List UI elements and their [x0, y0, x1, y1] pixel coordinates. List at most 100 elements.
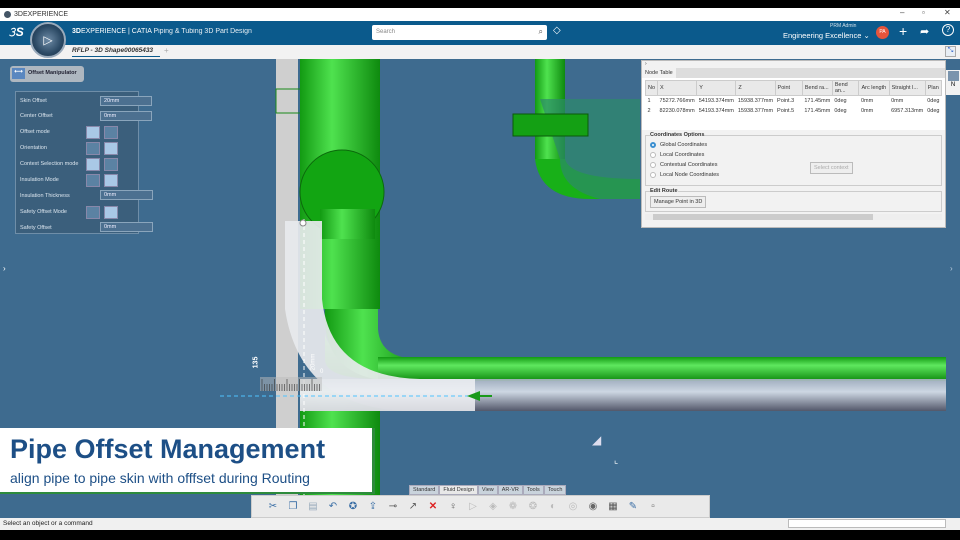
part-a-icon[interactable]: ◈	[486, 500, 500, 514]
safety-offset-field[interactable]: 0mm	[100, 222, 153, 232]
cell: Point.5	[777, 107, 795, 114]
paste-icon[interactable]: ▤	[306, 500, 320, 514]
center-offset-field[interactable]: 0mm	[100, 111, 152, 121]
offset-mode-center-icon[interactable]	[104, 126, 118, 139]
expand-left-icon[interactable]: ›	[3, 264, 6, 273]
tab-node-table[interactable]: Node Table	[642, 68, 676, 78]
radio-contextual-coordinates[interactable]: Contextual Coordinates	[650, 160, 937, 170]
insulation-on-icon[interactable]	[86, 174, 100, 187]
banner-title: Pipe Offset Management	[10, 434, 326, 464]
action-bar: ✂ ❐ ▤ ↶ ✪ ⇪ ⊸ ↗ ✕ ♀ ▷ ◈ ❁ ❂ ◐ ◎ ◉ ▦ ✎ ▫	[251, 495, 710, 518]
close-button[interactable]: ✕	[944, 8, 951, 17]
tab-rflp-shape[interactable]: RFLP - 3D Shape00065433	[72, 47, 160, 57]
radio-local-coordinates[interactable]: Local Coordinates	[650, 150, 937, 160]
remove-bend-icon[interactable]: ✕	[426, 500, 440, 514]
cell: 54193.374mm	[698, 107, 734, 114]
col-point[interactable]: Point	[774, 80, 803, 96]
table-row[interactable]: 1 75272.766mm 54193.374mm 15938.377mm Point.…	[646, 96, 942, 106]
more-icon[interactable]: ▫	[646, 500, 660, 514]
cell: 171.45mm	[804, 107, 831, 114]
offset-mode-skin-icon[interactable]	[86, 126, 100, 139]
expand-right-icon[interactable]: ›	[950, 264, 953, 273]
node-table-tool-icon[interactable]: ▦	[606, 500, 620, 514]
flow-icon[interactable]: ▷	[466, 500, 480, 514]
safety-mode-a-icon[interactable]	[86, 206, 100, 219]
radio-local-node-coordinates[interactable]: Local Node Coordinates	[650, 170, 937, 180]
radio-global-coordinates[interactable]: Global Coordinates	[650, 140, 937, 150]
help-icon[interactable]: ?	[942, 24, 954, 36]
share-icon[interactable]: ➦	[920, 25, 929, 38]
tag-icon[interactable]: ◇	[553, 25, 561, 36]
col-bend-radius[interactable]: Bend ra...	[801, 80, 833, 96]
radio-label: Local Node Coordinates	[660, 172, 720, 178]
col-straight-length[interactable]: Straight l...	[888, 80, 926, 96]
context-wand-icon[interactable]	[122, 158, 136, 171]
title-banner: Pipe Offset Management align pipe to pip…	[0, 428, 375, 494]
minimize-button[interactable]: –	[900, 8, 904, 17]
part-f-icon[interactable]: ◉	[586, 500, 600, 514]
insulation-off-icon[interactable]	[104, 174, 118, 187]
fullscreen-icon[interactable]: ⤡	[945, 46, 956, 57]
col-bend-angle[interactable]: Bend an...	[831, 80, 860, 96]
avatar[interactable]: PA	[876, 26, 889, 39]
tab-fluid-design[interactable]: Fluid Design	[439, 485, 478, 495]
part-d-icon[interactable]: ◐	[546, 500, 560, 514]
context-measure-icon[interactable]	[104, 158, 118, 171]
collapse-icon[interactable]: ›	[642, 61, 945, 68]
manipulator-title: Offset Manipulator	[28, 70, 77, 76]
manage-point-button[interactable]: Manage Point in 3D	[650, 196, 707, 208]
offset-zero: 0	[320, 369, 324, 375]
workspace-label: Engineering Excellence	[783, 31, 862, 40]
tab-standard[interactable]: Standard	[409, 485, 440, 495]
add-tab-button[interactable]: +	[164, 46, 169, 55]
safety-mode-b-icon[interactable]	[104, 206, 118, 219]
edit-icon[interactable]: ✎	[626, 500, 640, 514]
command-input[interactable]	[788, 519, 946, 528]
tab-view[interactable]: View	[477, 485, 498, 495]
part-b-icon[interactable]: ❁	[506, 500, 520, 514]
export-icon[interactable]: ⇪	[366, 500, 380, 514]
pin-icon[interactable]: ♀	[446, 500, 460, 514]
tab-touch[interactable]: Touch	[543, 485, 567, 495]
update-icon[interactable]: ✪	[346, 500, 360, 514]
insulation-thickness-field[interactable]: 0mm	[100, 190, 153, 200]
copy-icon[interactable]: ❐	[286, 500, 300, 514]
tab-tools[interactable]: Tools	[522, 485, 544, 495]
radio-icon	[650, 152, 656, 158]
context-point-icon[interactable]	[86, 158, 100, 171]
compass-icon[interactable]: ▷	[30, 22, 66, 58]
horizontal-scrollbar[interactable]	[645, 214, 942, 220]
orientation-axis-icon[interactable]	[104, 142, 118, 155]
col-arc-length[interactable]: Arc length	[858, 80, 890, 96]
select-context-button[interactable]: Select context	[810, 162, 853, 174]
search-input[interactable]: Search ⌕	[372, 25, 547, 40]
undo-icon[interactable]: ↶	[326, 500, 340, 514]
side-panel-tab[interactable]: N	[946, 70, 960, 95]
part-c-icon[interactable]: ❂	[526, 500, 540, 514]
status-text: Select an object or a command	[3, 520, 93, 527]
maximize-button[interactable]: ▫	[922, 8, 925, 17]
col-y[interactable]: Y	[696, 80, 737, 96]
orientation-pipe-icon[interactable]	[86, 142, 100, 155]
cell: 82230.078mm	[659, 107, 695, 114]
tab-ar-vr[interactable]: AR-VR	[497, 485, 523, 495]
coordinates-options: Coordinates Options Global Coordinates L…	[645, 132, 942, 186]
delete-route-icon[interactable]: ⊸	[386, 500, 400, 514]
search-icon[interactable]: ⌕	[539, 27, 543, 37]
safety-offset-mode-label: Safety Offset Mode	[20, 209, 67, 215]
col-plane[interactable]: Plan	[924, 80, 943, 96]
offset-manipulator-panel: Skin Offset 20mm Center Offset 0mm Offse…	[15, 91, 153, 234]
skin-offset-field[interactable]: 20mm	[100, 96, 152, 106]
workspace-selector[interactable]: Engineering Excellence ⌄	[783, 31, 870, 40]
part-e-icon[interactable]: ◎	[566, 500, 580, 514]
route-icon[interactable]: ↗	[406, 500, 420, 514]
col-no[interactable]: No	[644, 80, 659, 96]
cut-icon[interactable]: ✂	[266, 500, 280, 514]
col-x[interactable]: X	[657, 80, 698, 96]
window-title: 3DEXPERIENCE	[14, 11, 69, 18]
table-row[interactable]: 2 82230.078mm 54193.374mm 15938.377mm Point.…	[646, 106, 942, 116]
add-icon[interactable]: +	[899, 23, 907, 39]
offset-manipulator-header[interactable]: ⟷ Offset Manipulator	[10, 66, 84, 82]
dimension-value: 135	[252, 356, 260, 369]
col-z[interactable]: Z	[735, 80, 776, 96]
